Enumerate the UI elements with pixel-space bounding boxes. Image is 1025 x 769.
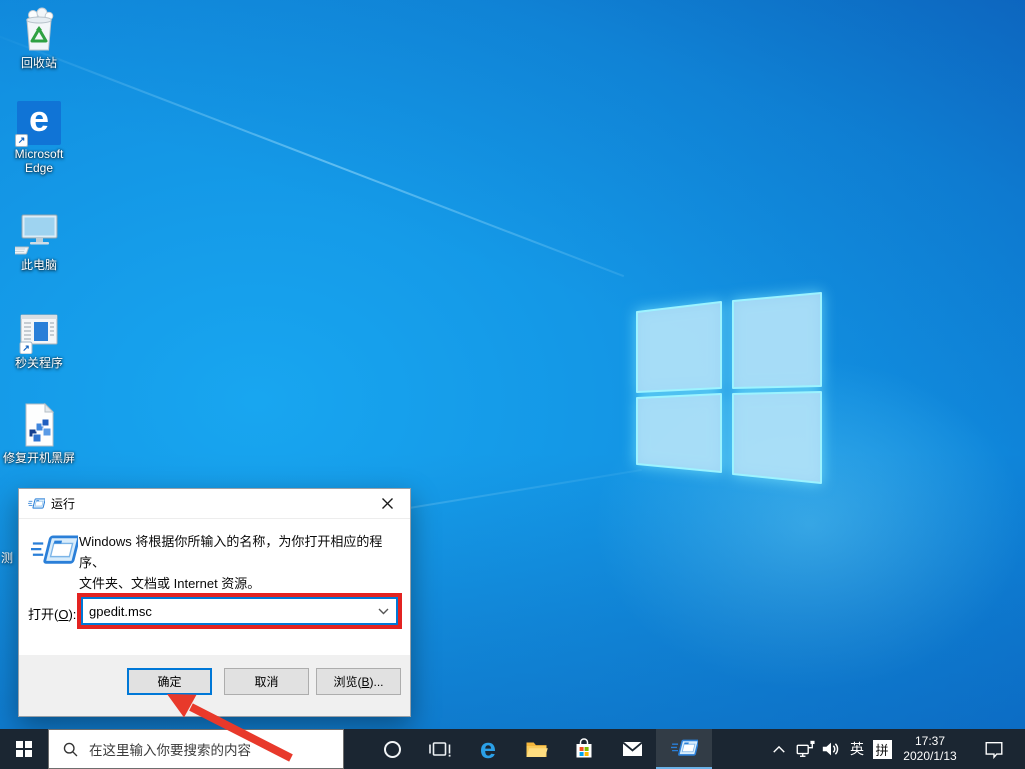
clock-time: 17:37 — [914, 734, 946, 748]
mail-icon — [621, 741, 643, 756]
search-placeholder: 在这里输入你要搜索的内容 — [89, 743, 251, 758]
run-icon — [31, 533, 78, 569]
task-view-icon — [429, 742, 451, 757]
open-field-label: 打开(O): — [28, 607, 77, 622]
close-button[interactable] — [365, 489, 410, 517]
run-command-value: gpedit.msc — [89, 603, 152, 619]
ime-language-indicator[interactable]: 英 — [846, 729, 868, 769]
run-dialog-description: Windows 将根据你所输入的名称，为你打开相应的程序、 文件夹、文档或 In… — [79, 534, 383, 591]
run-dialog-footer: 确定 取消 浏览(B)... — [19, 655, 410, 716]
tray-show-hidden-icons[interactable] — [768, 729, 790, 769]
browse-button[interactable]: 浏览(B)... — [316, 668, 401, 695]
run-icon — [28, 497, 45, 511]
desktop-icon-label: 此电脑 — [20, 258, 57, 272]
run-dialog-title: 运行 — [51, 497, 76, 511]
file-explorer-button[interactable] — [512, 729, 560, 769]
store-icon — [576, 738, 592, 758]
close-icon — [382, 497, 393, 509]
cortana-button[interactable] — [368, 729, 416, 769]
run-app-taskbar-button[interactable] — [656, 729, 712, 769]
edge-icon: e ↗ — [15, 101, 61, 147]
run-icon — [671, 738, 698, 759]
tray-chevron-icon — [773, 745, 785, 753]
volume-control[interactable] — [818, 729, 844, 769]
combo-chevron-icon[interactable] — [378, 608, 389, 615]
desktop-icon-label: 修复开机黑屏 — [3, 451, 76, 465]
taskbar: 在这里输入你要搜索的内容 e 英 拼 17:37 2020/1/13 — [0, 729, 1025, 769]
edge-taskbar-button[interactable]: e — [464, 729, 512, 769]
action-center-icon — [985, 741, 1003, 759]
explorer-icon — [526, 742, 548, 757]
svg-text:↗: ↗ — [22, 343, 30, 353]
action-center-button[interactable] — [974, 729, 1014, 769]
network-icon — [796, 740, 815, 757]
desktop-icon-label: Microsoft Edge — [14, 147, 64, 175]
desktop-icon-registry-fix[interactable]: 修复开机黑屏 — [3, 401, 75, 465]
run-dialog-body: Windows 将根据你所输入的名称，为你打开相应的程序、 文件夹、文档或 In… — [19, 519, 410, 655]
edge-icon: e — [479, 732, 497, 765]
task-view-button[interactable] — [416, 729, 464, 769]
start-button[interactable] — [0, 729, 48, 769]
ok-button[interactable]: 确定 — [127, 668, 212, 695]
cancel-button[interactable]: 取消 — [224, 668, 309, 695]
ime-box-icon: 拼 — [872, 739, 892, 759]
mail-button[interactable] — [608, 729, 656, 769]
desktop-icon-label: 秒关程序 — [14, 356, 63, 370]
search-icon — [63, 742, 78, 756]
clock-date: 2020/1/13 — [903, 749, 957, 763]
volume-icon — [822, 742, 839, 756]
desktop-icon-recycle-bin[interactable]: 回收站 — [3, 6, 75, 70]
shortcut-arrow-badge: ↗ — [15, 134, 28, 147]
desktop-icon-microsoft-edge[interactable]: e ↗ Microsoft Edge — [3, 101, 75, 176]
desktop-icon-label-partial[interactable]: 测 — [1, 549, 13, 566]
network-status[interactable] — [792, 729, 818, 769]
taskbar-clock[interactable]: 17:37 2020/1/13 — [892, 729, 968, 769]
registry-file-icon — [25, 402, 55, 447]
microsoft-store-button[interactable] — [560, 729, 608, 769]
recycle-bin-icon — [26, 7, 54, 51]
ime-mode-indicator[interactable]: 拼 — [870, 729, 894, 769]
windows-logo-wallpaper — [636, 292, 822, 484]
annotation-highlight-box: gpedit.msc — [77, 593, 402, 629]
taskbar-search-input[interactable]: 在这里输入你要搜索的内容 — [48, 729, 344, 769]
desktop-icon-label: 回收站 — [20, 56, 57, 70]
cortana-icon — [383, 740, 401, 758]
light-beam — [0, 28, 625, 278]
app-window-icon: ↗ — [19, 314, 58, 354]
start-icon — [16, 741, 32, 757]
desktop-icon-this-pc[interactable]: 此电脑 — [3, 208, 75, 272]
desktop-icon-program[interactable]: ↗ 秒关程序 — [3, 306, 75, 370]
this-pc-icon — [15, 214, 58, 255]
run-dialog-titlebar[interactable]: 运行 — [19, 489, 410, 519]
run-command-input[interactable]: gpedit.msc — [81, 597, 398, 625]
run-dialog-window: 运行 Windows 将根据你所输入的名称，为你打开相应的程序、 文件夹、文档或… — [18, 488, 411, 717]
